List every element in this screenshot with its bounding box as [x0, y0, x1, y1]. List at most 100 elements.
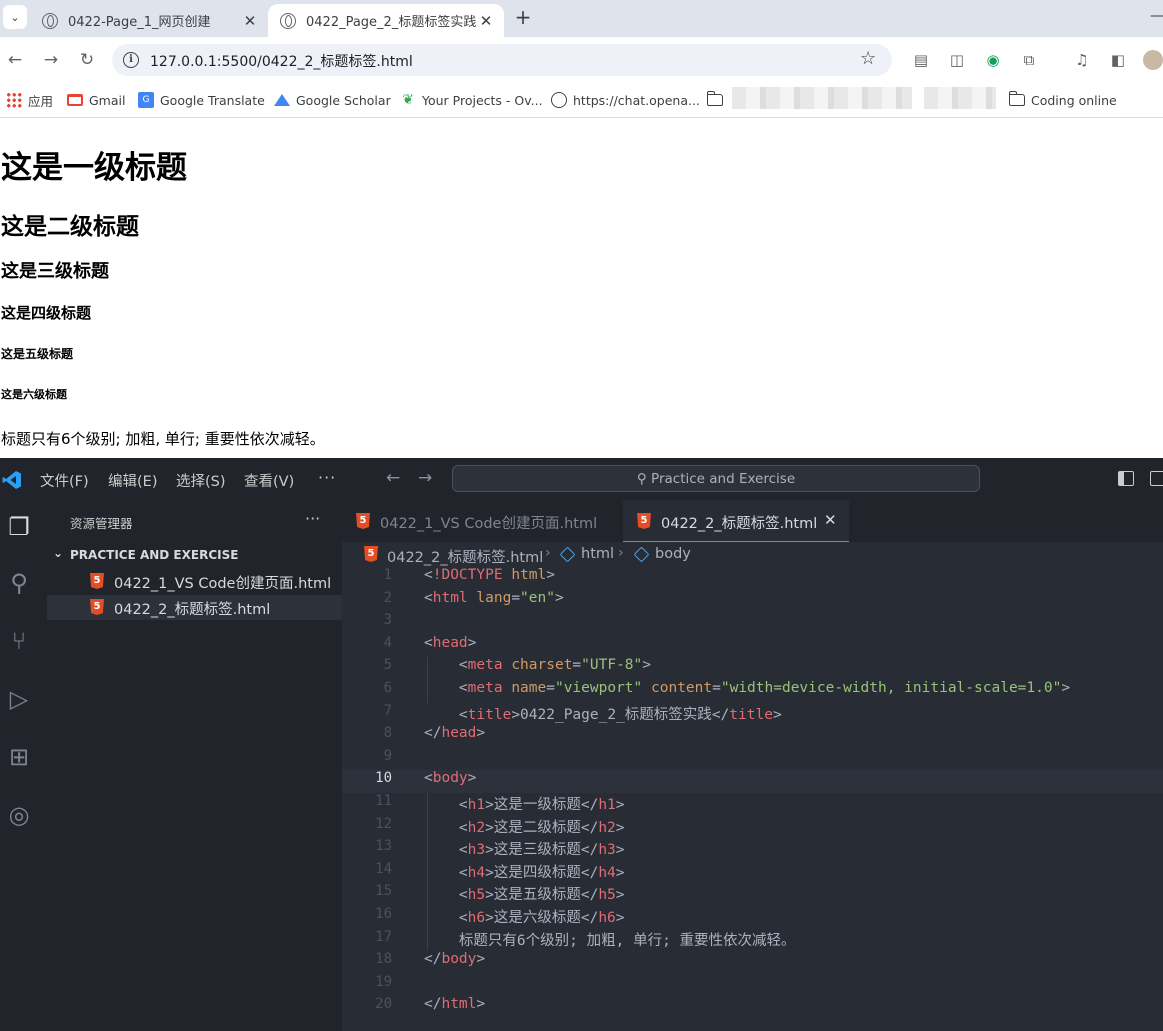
menu-file[interactable]: 文件(F): [40, 470, 89, 491]
code-text: 标题只有6个级别; 加粗, 单行; 重要性依次减轻。: [424, 929, 796, 950]
line-number: 12: [375, 815, 392, 832]
minimize-window-icon[interactable]: —: [1150, 8, 1163, 24]
tab-title: 0422-Page_1_网页创建: [68, 15, 211, 30]
code-line[interactable]: 12 <h2>这是二级标题</h2>: [342, 816, 1163, 839]
browser-tab-strip: ⌄ 0422-Page_1_网页创建 ✕ 0422_Page_2_标题标签实践 …: [0, 0, 1163, 37]
extension-icon[interactable]: ◫: [947, 50, 967, 70]
code-text: <meta name="viewport" content="width=dev…: [424, 680, 1070, 696]
code-line[interactable]: 7 <title>0422_Page_2_标题标签实践</title>: [342, 703, 1163, 726]
toggle-panel-icon[interactable]: [1150, 471, 1163, 486]
code-line[interactable]: 13 <h3>这是三级标题</h3>: [342, 838, 1163, 861]
url-text[interactable]: 127.0.0.1:5500/0422_2_标题标签.html: [150, 51, 413, 71]
reader-mode-icon[interactable]: ▤: [911, 50, 931, 70]
code-token: "viewport": [554, 680, 643, 696]
code-line[interactable]: 5 <meta charset="UTF-8">: [342, 657, 1163, 680]
reload-icon[interactable]: ↻: [76, 49, 98, 71]
bookmark-google-scholar[interactable]: Google Scholar: [274, 90, 391, 110]
code-token: content: [651, 680, 713, 696]
code-line[interactable]: 17 标题只有6个级别; 加粗, 单行; 重要性依次减轻。: [342, 929, 1163, 952]
new-tab-button[interactable]: +: [512, 6, 534, 28]
toggle-sidebar-icon[interactable]: [1118, 471, 1134, 486]
nav-back-icon[interactable]: ←: [386, 468, 400, 488]
run-debug-icon[interactable]: ▷: [4, 684, 34, 714]
bookmark-chatgpt[interactable]: https://chat.opena...: [551, 90, 700, 110]
live-share-icon[interactable]: ◎: [4, 800, 34, 830]
profile-avatar[interactable]: [1143, 50, 1163, 70]
grammarly-icon[interactable]: ◉: [983, 50, 1003, 70]
code-line[interactable]: 20 </html>: [342, 996, 1163, 1019]
search-icon[interactable]: ⚲: [4, 568, 34, 598]
workspace-folder-header[interactable]: ⌄ PRACTICE AND EXERCISE: [47, 544, 342, 566]
code-line[interactable]: 10 <body>: [342, 770, 1163, 793]
code-token: <: [424, 657, 468, 674]
breadcrumb-file[interactable]: 0422_2_标题标签.html: [387, 546, 543, 567]
extensions-icon[interactable]: ⊞: [4, 742, 34, 772]
code-line[interactable]: 1 <!DOCTYPE html>: [342, 567, 1163, 590]
bookmark-coding-online[interactable]: Coding online: [1008, 90, 1117, 110]
code-line[interactable]: 19: [342, 974, 1163, 997]
code-editor[interactable]: 1 <!DOCTYPE html> 2 <html lang="en"> 3 4 <head…: [342, 567, 1163, 1031]
code-line[interactable]: 18 </body>: [342, 951, 1163, 974]
code-line[interactable]: 6 <meta name="viewport" content="width=d…: [342, 680, 1163, 703]
browser-tab-page-1[interactable]: 0422-Page_1_网页创建 ✕: [30, 4, 268, 37]
bookmark-google-translate[interactable]: G Google Translate: [138, 90, 265, 110]
code-token: >: [511, 706, 521, 723]
menu-more-icon[interactable]: ···: [318, 468, 336, 487]
menu-edit[interactable]: 编辑(E): [108, 470, 157, 491]
heading-level-1: 这是一级标题: [1, 150, 187, 186]
side-panel-icon[interactable]: ◧: [1108, 50, 1128, 70]
back-arrow-icon[interactable]: ←: [4, 49, 26, 71]
more-actions-icon[interactable]: ···: [305, 509, 320, 528]
code-line[interactable]: 4 <head>: [342, 635, 1163, 658]
code-text: <h2>这是二级标题</h2>: [424, 816, 625, 837]
code-line[interactable]: 2 <html lang="en">: [342, 590, 1163, 613]
address-bar[interactable]: i 127.0.0.1:5500/0422_2_标题标签.html ☆: [112, 44, 892, 76]
bookmark-gmail[interactable]: Gmail: [67, 90, 125, 110]
close-icon[interactable]: ✕: [824, 511, 837, 529]
bookmark-label: Gmail: [89, 92, 126, 108]
explorer-files-icon[interactable]: ❐: [4, 512, 34, 542]
code-line[interactable]: 8 </head>: [342, 725, 1163, 748]
code-token: title: [467, 706, 512, 723]
command-center-label: Practice and Exercise: [651, 471, 796, 487]
code-line[interactable]: 16 <h6>这是六级标题</h6>: [342, 906, 1163, 929]
code-line[interactable]: 15 <h5>这是五级标题</h5>: [342, 883, 1163, 906]
code-token: </: [580, 864, 599, 881]
code-line[interactable]: 9: [342, 748, 1163, 771]
forward-arrow-icon[interactable]: →: [40, 49, 62, 71]
source-control-icon[interactable]: ⑂: [4, 626, 34, 656]
editor-tab[interactable]: 5 0422_1_VS Code创建页面.html: [342, 500, 623, 542]
code-token: 这是六级标题: [493, 910, 581, 926]
code-line[interactable]: 11 <h1>这是一级标题</h1>: [342, 793, 1163, 816]
site-info-icon[interactable]: i: [123, 52, 139, 68]
close-icon[interactable]: ✕: [476, 12, 496, 30]
media-controls-icon[interactable]: ♫: [1072, 50, 1092, 70]
breadcrumb-body[interactable]: body: [655, 546, 691, 562]
extensions-puzzle-icon[interactable]: ⧉: [1019, 50, 1039, 70]
code-token: 0422_Page_2_标题标签实践: [520, 706, 712, 723]
bookmark-label: Your Projects - Ov...: [422, 92, 543, 108]
editor-tab-active[interactable]: 5 0422_2_标题标签.html ✕: [623, 500, 849, 542]
vscode-title-bar: 文件(F) 编辑(E) 选择(S) 查看(V) ··· ← → ⚲ Practi…: [0, 458, 1163, 500]
bookmark-star-icon[interactable]: ☆: [860, 48, 876, 69]
explorer-file-item-selected[interactable]: 5 0422_2_标题标签.html: [47, 595, 342, 620]
code-line[interactable]: 3: [342, 612, 1163, 635]
code-line[interactable]: 14 <h4>这是四级标题</h4>: [342, 861, 1163, 884]
nav-forward-icon[interactable]: →: [418, 468, 432, 488]
close-icon[interactable]: ✕: [240, 12, 260, 30]
bookmark-apps[interactable]: 应用: [6, 90, 53, 110]
menu-selection[interactable]: 选择(S): [176, 470, 226, 491]
code-token: h4: [598, 864, 616, 881]
menu-view[interactable]: 查看(V): [244, 470, 294, 491]
html5-file-icon: 5: [90, 599, 104, 615]
code-token: 这是一级标题: [493, 797, 581, 813]
bookmark-overleaf[interactable]: ❦ Your Projects - Ov...: [400, 90, 543, 110]
line-number: 11: [375, 793, 392, 809]
browser-tab-page-2[interactable]: 0422_Page_2_标题标签实践 ✕: [268, 4, 504, 37]
code-token: <: [424, 864, 468, 881]
bookmark-folder[interactable]: [706, 90, 729, 110]
breadcrumb-html[interactable]: html: [581, 546, 614, 562]
tab-search-chevron-icon[interactable]: ⌄: [3, 5, 27, 29]
explorer-file-item[interactable]: 5 0422_1_VS Code创建页面.html: [47, 569, 342, 594]
command-center-search[interactable]: ⚲ Practice and Exercise: [452, 465, 980, 492]
